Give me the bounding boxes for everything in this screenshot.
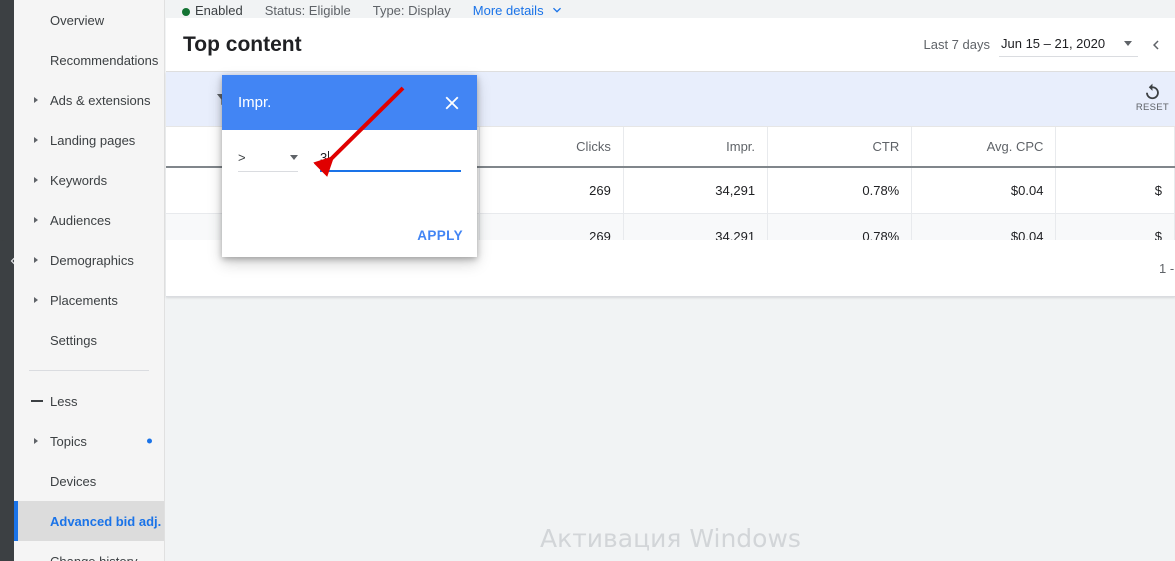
table-cell: $ [1055, 167, 1175, 213]
sidebar: Overview Recommendations Ads & extensions L… [14, 0, 165, 561]
reset-label: RESET [1135, 102, 1169, 113]
table-cell: 34,291 [623, 167, 769, 213]
sidebar-item-audiences[interactable]: Audiences [14, 200, 164, 240]
caret-right-icon [34, 257, 38, 263]
caret-right-icon [34, 97, 38, 103]
close-button[interactable] [441, 92, 463, 114]
notification-dot-icon [147, 438, 152, 444]
sidebar-item-label: Placements [50, 292, 118, 308]
date-range-value[interactable]: Jun 15 – 21, 2020 [999, 32, 1138, 57]
filter-dialog-body: > 3 [222, 130, 477, 172]
previous-period-button[interactable] [1147, 36, 1165, 54]
caret-right-icon [34, 438, 38, 444]
page-title: Top content [183, 32, 302, 56]
sidebar-item-demographics[interactable]: Demographics [14, 240, 164, 280]
status-type: Type: Display [372, 3, 451, 18]
sidebar-item-label: Ads & extensions [50, 92, 151, 108]
sidebar-item-label: Less [50, 393, 78, 409]
sidebar-item-keywords[interactable]: Keywords [14, 160, 164, 200]
left-rail [0, 0, 28, 561]
sidebar-item-label: Change history [50, 553, 138, 561]
sidebar-item-topics[interactable]: Topics [14, 421, 164, 461]
date-range-label: Last 7 days [923, 37, 991, 52]
pagination-range: 1 - 1 [1158, 260, 1175, 276]
apply-button[interactable]: APPLY [417, 228, 463, 243]
date-range-picker[interactable]: Last 7 days Jun 15 – 21, 2020 [924, 32, 1175, 57]
sidebar-item-overview[interactable]: Overview [14, 0, 164, 40]
sidebar-item-advanced-bid-adj[interactable]: Advanced bid adj. [14, 501, 164, 541]
windows-activation-watermark: Активация Windows [540, 524, 801, 553]
minus-icon [31, 400, 43, 402]
sidebar-item-label: Settings [50, 332, 97, 348]
table-cell: 269 [479, 167, 624, 213]
filter-dialog: Impr. > 3 APPLY [222, 75, 477, 257]
close-icon [445, 96, 459, 109]
enabled-dot-icon [182, 8, 190, 16]
sidebar-item-less[interactable]: Less [14, 381, 164, 421]
caret-right-icon [34, 217, 38, 223]
caret-right-icon [34, 137, 38, 143]
table-header-cell[interactable] [1055, 127, 1175, 168]
sidebar-item-label: Keywords [50, 172, 108, 188]
app-root: Overview Recommendations Ads & extensions L… [0, 0, 1175, 561]
sidebar-item-ads-extensions[interactable]: Ads & extensions [14, 80, 164, 120]
status-enabled: Enabled [182, 3, 243, 18]
sidebar-item-label: Overview [50, 12, 105, 28]
more-details-link[interactable]: More details [473, 2, 565, 18]
sidebar-item-label: Advanced bid adj. [50, 513, 162, 529]
reset-button[interactable]: RESET [1136, 79, 1169, 113]
date-range-text: Jun 15 – 21, 2020 [1001, 36, 1106, 51]
reset-icon [1146, 83, 1160, 100]
page-header: Top content Last 7 days Jun 15 – 21, 202… [166, 18, 1175, 72]
sidebar-item-label: Demographics [50, 252, 134, 268]
sidebar-item-label: Audiences [50, 212, 111, 228]
chevron-down-icon [1124, 41, 1132, 46]
status-eligible: Status: Eligible [264, 3, 351, 18]
table-header-cell[interactable]: Impr. [623, 127, 769, 168]
sidebar-item-devices[interactable]: Devices [14, 461, 164, 501]
sidebar-item-placements[interactable]: Placements [14, 280, 164, 320]
table-cell: $0.04 [911, 167, 1057, 213]
chevron-down-icon [290, 155, 298, 160]
sidebar-item-label: Topics [50, 433, 87, 449]
table-header-cell[interactable]: CTR [767, 127, 913, 168]
sidebar-item-settings[interactable]: Settings [14, 320, 164, 360]
table-header-cell[interactable]: Avg. CPC [911, 127, 1057, 168]
chevron-left-icon [1153, 40, 1159, 49]
sidebar-item-change-history[interactable]: Change history [14, 541, 164, 561]
sidebar-item-landing-pages[interactable]: Landing pages [14, 120, 164, 160]
text-cursor [328, 151, 330, 164]
operator-select[interactable]: > [238, 150, 298, 172]
table-cell: 0.78% [767, 167, 913, 213]
sidebar-item-label: Landing pages [50, 132, 136, 148]
filter-dialog-title: Impr. [238, 94, 272, 111]
operator-value: > [238, 150, 246, 165]
chevron-down-icon [552, 7, 561, 13]
filter-value-text: 3 [320, 150, 328, 165]
campaign-status-strip: Enabled Status: Eligible Type: Display M… [166, 0, 1175, 18]
filter-value-input[interactable]: 3 [320, 150, 461, 172]
caret-right-icon [34, 177, 38, 183]
caret-right-icon [34, 297, 38, 303]
filter-dialog-actions: APPLY [417, 227, 463, 245]
sidebar-item-label: Recommendations [50, 52, 159, 68]
filter-dialog-header: Impr. [222, 75, 477, 130]
sidebar-item-recommendations[interactable]: Recommendations [14, 40, 164, 80]
sidebar-separator [29, 370, 149, 371]
sidebar-item-label: Devices [50, 473, 97, 489]
table-header-cell[interactable]: Clicks [479, 127, 624, 168]
